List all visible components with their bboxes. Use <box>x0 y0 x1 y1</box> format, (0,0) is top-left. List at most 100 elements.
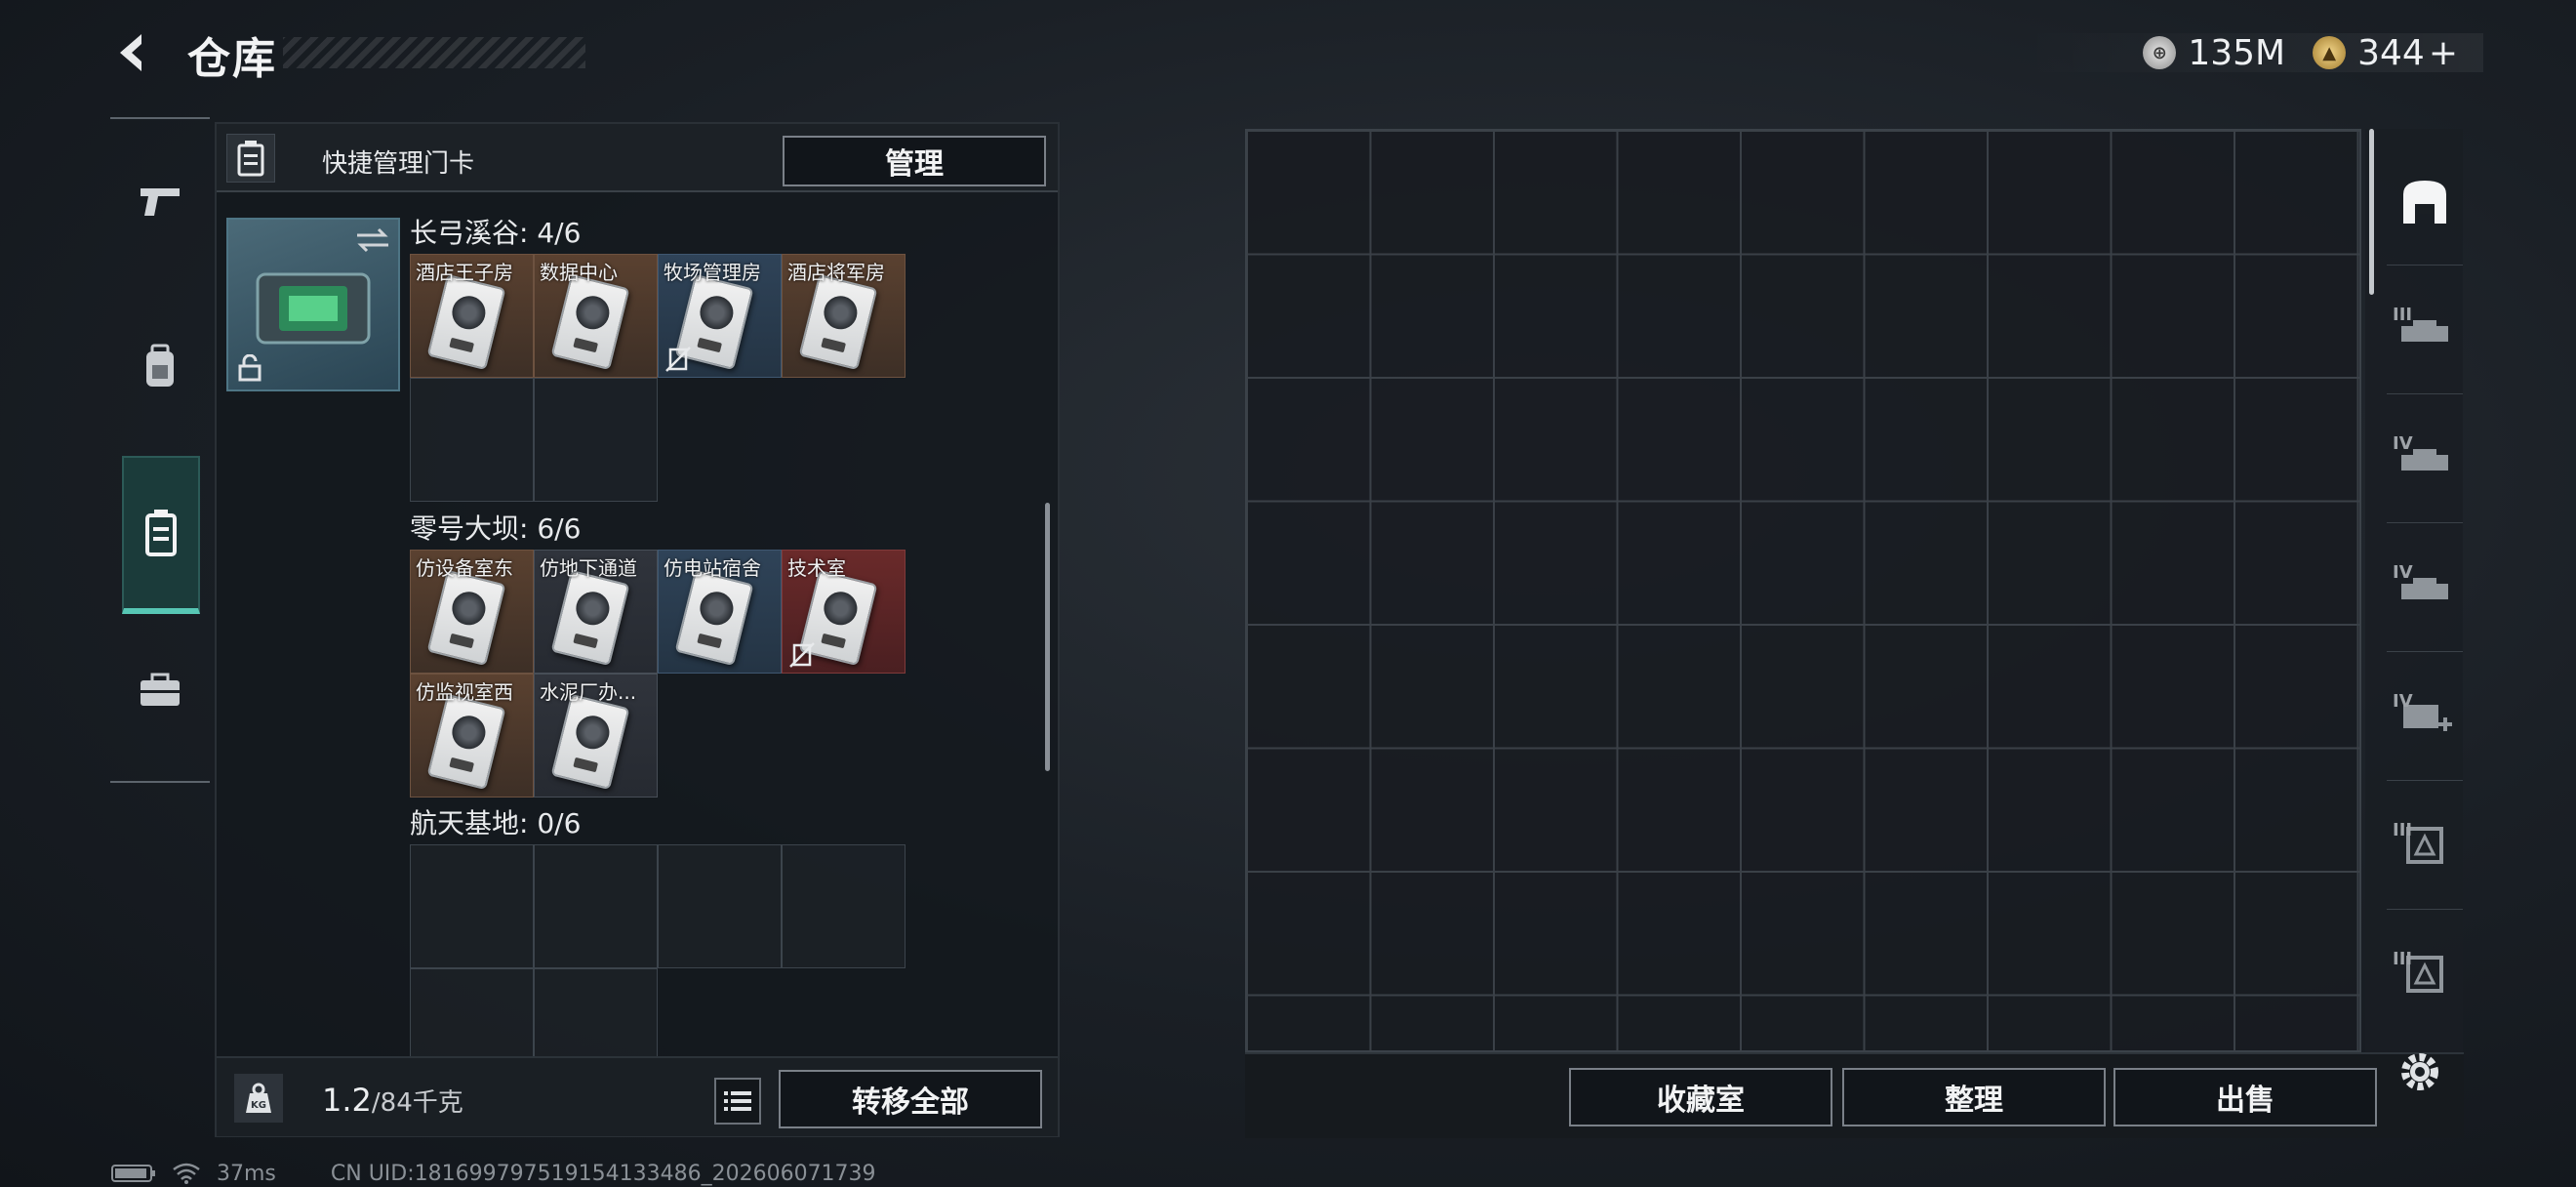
nav-keycards[interactable] <box>122 456 200 614</box>
tab-storage-home[interactable] <box>2387 137 2463 266</box>
tab-tier-label: III <box>2393 820 2413 840</box>
wifi-icon <box>173 1163 200 1184</box>
card-disabled-icon <box>789 642 815 668</box>
keycard-name: 酒店王子房 <box>416 261 513 284</box>
tab-tier-label: IV <box>2393 433 2413 454</box>
tab-medical-container[interactable]: IV <box>2387 652 2463 781</box>
keycard-item[interactable]: 酒店将军房 <box>782 254 906 378</box>
keycard-item[interactable]: 数据中心 <box>534 254 658 378</box>
manage-button[interactable]: 管理 <box>783 136 1046 186</box>
keycard-panel: 快捷管理门卡 管理 长弓溪谷: 4/6 酒店王子房 数据中心 牧场管理房 酒店将军房 … <box>215 122 1060 1137</box>
sell-button[interactable]: 出售 <box>2113 1068 2377 1126</box>
keycard-name: 牧场管理房 <box>664 261 761 284</box>
keycard-item[interactable]: 仿地下通道 <box>534 550 658 674</box>
keycard-image <box>674 569 754 667</box>
title-decoration <box>283 37 585 68</box>
weight-readout: 1.2/84千克 <box>322 1082 463 1119</box>
keycard-case-icon <box>145 510 177 556</box>
panel-scrollbar[interactable] <box>1045 503 1050 771</box>
status-bar: 37ms CN UID:1816997975191541334​86_20260… <box>111 1160 1087 1187</box>
tabs-scrollbar[interactable] <box>2369 129 2374 295</box>
chevron-left-icon <box>120 34 141 71</box>
panel-footer: KG 1.2/84千克 转移全部 <box>217 1056 1058 1136</box>
pistol-icon <box>141 188 180 216</box>
uid-text: CN UID:1816997975191541334​86_2026060717… <box>330 1161 876 1186</box>
keycard-name: 数据中心 <box>540 261 618 284</box>
silver-value: 135M <box>2188 32 2286 73</box>
empty-keycard-slot[interactable] <box>658 844 782 968</box>
tab-tier-label: IV <box>2393 562 2413 583</box>
keycard-image <box>426 569 506 667</box>
panel-header: 快捷管理门卡 管理 <box>217 124 1058 192</box>
keycard-item[interactable]: 水泥厂办... <box>534 674 658 798</box>
tab-container-iv-1[interactable]: IV <box>2387 394 2463 523</box>
gold-add-button[interactable]: + <box>2429 33 2458 73</box>
ping-text: 37ms <box>217 1161 276 1186</box>
keycard-name: 仿地下通道 <box>540 556 637 580</box>
keycard-case-icon <box>226 134 275 183</box>
lock-icon <box>238 354 262 382</box>
tab-tier-label: IV <box>2393 691 2413 712</box>
keycard-item[interactable]: 技术室 <box>782 550 906 674</box>
keycard-image <box>426 273 506 371</box>
silver-coin-icon: ⊕ <box>2143 36 2177 69</box>
back-button[interactable] <box>105 23 164 82</box>
container-tabs: III IV IV IV III III <box>2365 129 2463 1052</box>
gold-value: 344 <box>2357 32 2425 73</box>
swap-icon[interactable] <box>353 225 392 255</box>
keycard-grid <box>410 844 906 1092</box>
keycard-item[interactable]: 酒店王子房 <box>410 254 534 378</box>
weight-current: 1.2 <box>322 1082 372 1119</box>
keycard-name: 仿设备室东 <box>416 556 513 580</box>
nav-tools[interactable] <box>110 617 210 763</box>
keycard-image <box>550 273 630 371</box>
transfer-all-button[interactable]: 转移全部 <box>779 1070 1042 1128</box>
settings-button[interactable] <box>2393 1044 2447 1099</box>
keycard-item[interactable]: 仿电站宿舍 <box>658 550 782 674</box>
toolbox-icon <box>141 673 180 706</box>
empty-keycard-slot[interactable] <box>534 378 658 502</box>
tab-container-iv-2[interactable]: IV <box>2387 523 2463 652</box>
battery-icon <box>111 1165 155 1182</box>
tab-marked-container-1[interactable]: III <box>2387 781 2463 910</box>
empty-keycard-slot[interactable] <box>410 844 534 968</box>
empty-keycard-slot[interactable] <box>534 844 658 968</box>
sort-button[interactable]: 整理 <box>1842 1068 2106 1126</box>
keycard-name: 仿监视室西 <box>416 680 513 704</box>
collection-room-button[interactable]: 收藏室 <box>1569 1068 1832 1126</box>
keycard-holder-slot[interactable] <box>226 218 400 391</box>
keycard-item[interactable]: 仿设备室东 <box>410 550 534 674</box>
nav-weapons[interactable] <box>110 129 210 275</box>
storage-home-icon <box>2403 180 2446 224</box>
weight-total: /84千克 <box>371 1088 463 1118</box>
panel-header-label: 快捷管理门卡 <box>322 149 475 179</box>
tab-container-iii[interactable]: III <box>2387 266 2463 394</box>
keycard-holder-icon <box>256 272 371 345</box>
list-view-button[interactable] <box>714 1078 761 1125</box>
empty-keycard-slot[interactable] <box>782 844 906 968</box>
side-nav <box>110 117 210 783</box>
keycard-name: 酒店将军房 <box>787 261 885 284</box>
section-title: 长弓溪谷: 4/6 <box>410 217 582 249</box>
keycard-item[interactable]: 仿监视室西 <box>410 674 534 798</box>
keycard-grid: 酒店王子房 数据中心 牧场管理房 酒店将军房 <box>410 254 906 502</box>
page-title: 仓库 <box>187 34 277 84</box>
weight-kg-icon: KG <box>234 1074 283 1123</box>
list-icon <box>724 1091 751 1111</box>
keycard-name: 水泥厂办... <box>540 680 637 704</box>
nav-equipment[interactable] <box>110 295 210 441</box>
section-title: 零号大坝: 6/6 <box>410 512 582 545</box>
empty-keycard-slot[interactable] <box>410 378 534 502</box>
tab-marked-container-2[interactable]: III <box>2387 910 2463 1039</box>
currency-bar: ⊕ 135M ▲ 344 + <box>2020 32 2483 73</box>
keycard-image <box>550 569 630 667</box>
tab-tier-label: III <box>2393 949 2413 969</box>
gold-coin-icon: ▲ <box>2313 36 2347 69</box>
card-disabled-icon <box>665 347 691 372</box>
keycard-image <box>798 273 878 371</box>
keycard-name: 技术室 <box>787 556 846 580</box>
storage-grid[interactable] <box>1245 129 2361 1052</box>
keycard-item[interactable]: 牧场管理房 <box>658 254 782 378</box>
keycard-image <box>550 693 630 791</box>
keycard-grid: 仿设备室东 仿地下通道 仿电站宿舍 技术室仿监视室西 水泥厂办... <box>410 550 906 798</box>
